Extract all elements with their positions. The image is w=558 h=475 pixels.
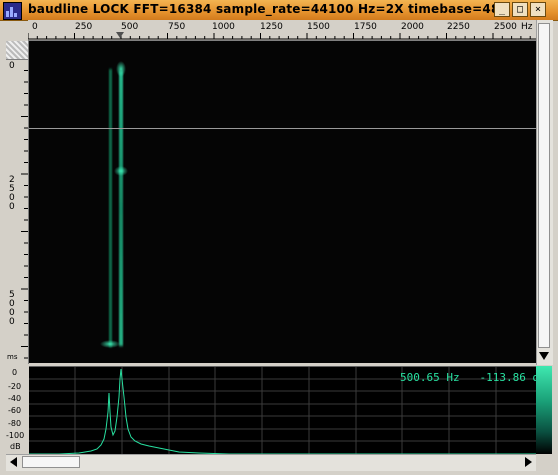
time-unit-label: ms	[7, 353, 18, 361]
signal-peak	[114, 166, 128, 176]
scroll-right-button[interactable]	[521, 455, 535, 469]
maximize-button[interactable]: □	[512, 2, 528, 17]
freq-tick-label: 2000	[401, 22, 424, 32]
freq-tick-label: 2500	[494, 22, 517, 32]
baudline-app-icon[interactable]	[3, 2, 22, 20]
freq-tick-label: 1500	[307, 22, 330, 32]
freq-tick-label: 750	[168, 22, 186, 32]
minimize-button[interactable]: _	[494, 2, 510, 17]
time-ruler-ticks	[21, 58, 28, 359]
db-label: -100	[6, 431, 25, 440]
scroll-down-icon	[539, 352, 549, 360]
scroll-right-icon	[525, 457, 532, 467]
freq-unit-label: Hz	[521, 22, 533, 32]
scroll-left-icon	[10, 457, 17, 467]
horizontal-scrollbar[interactable]	[6, 454, 536, 471]
time-tick-label: 0	[9, 61, 15, 71]
frequency-marker-icon[interactable]	[116, 32, 124, 39]
scroll-down-button[interactable]	[537, 349, 551, 363]
minimize-icon: _	[498, 4, 506, 15]
spectrum-readout: 500.65 Hz -113.86 dB	[400, 371, 546, 384]
freq-tick-label: 1750	[354, 22, 377, 32]
db-label: 0	[12, 368, 18, 377]
color-aperture-bar[interactable]	[536, 366, 552, 454]
ruler-corner[interactable]	[6, 41, 29, 60]
waterfall-display[interactable]	[29, 41, 536, 363]
freq-tick-label: 2250	[447, 22, 470, 32]
signal-peak	[116, 61, 126, 77]
time-tick-label: 5 0 0 0	[9, 290, 15, 327]
freq-tick-label: 1250	[260, 22, 283, 32]
db-label: -80	[8, 419, 22, 428]
scroll-left-button[interactable]	[7, 455, 21, 469]
db-unit-label: dB	[10, 442, 21, 451]
freq-tick-label: 0	[32, 22, 38, 32]
readout-frequency: 500.65 Hz	[400, 371, 460, 384]
freq-tick-label: 500	[121, 22, 139, 32]
db-label: -60	[8, 406, 22, 415]
frequency-ruler[interactable]: 0 250 500 750 1000 1250 1500 1750 2000 2…	[28, 20, 536, 41]
time-ruler[interactable]: 0 2 5 0 0 5 0 0 0 ms	[6, 41, 29, 364]
signal-trace-secondary	[109, 69, 112, 347]
db-label: -40	[8, 394, 22, 403]
spectrum-db-scale: 0 -20 -40 -60 -80 -100 dB	[6, 366, 28, 454]
close-button[interactable]: ×	[530, 2, 546, 17]
signal-peak	[100, 340, 120, 348]
freq-tick-label: 250	[75, 22, 93, 32]
close-icon: ×	[534, 4, 542, 15]
vertical-scroll-thumb[interactable]	[538, 23, 550, 348]
signal-trace-main	[119, 71, 123, 346]
window-title: baudline LOCK FFT=16384 sample_rate=4410…	[28, 2, 509, 16]
waterfall-canvas	[29, 61, 536, 348]
horizontal-scroll-thumb[interactable]	[22, 456, 80, 468]
db-label: -20	[8, 382, 22, 391]
maximize-icon: □	[516, 4, 524, 15]
time-tick-label: 2 5 0 0	[9, 175, 15, 212]
freq-tick-label: 1000	[212, 22, 235, 32]
